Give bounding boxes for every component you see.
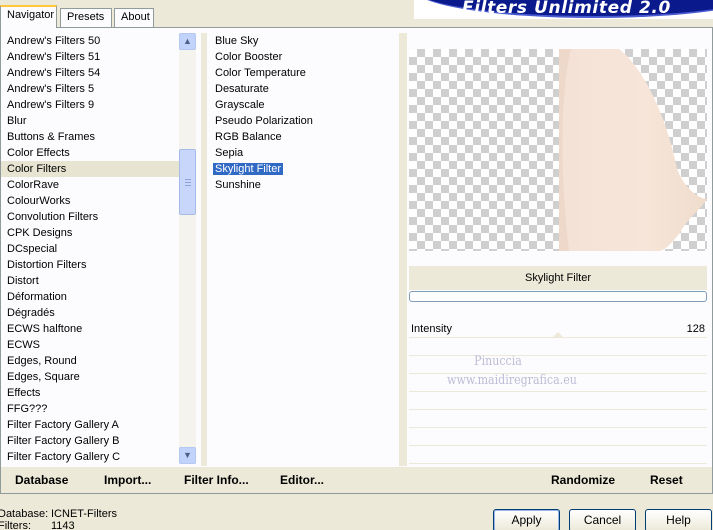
filter-info-button[interactable]: Filter Info... [184, 473, 249, 487]
category-item[interactable]: Andrew's Filters 51 [1, 49, 181, 65]
intensity-slider[interactable]: Intensity 128 [409, 322, 707, 338]
bottom-toolbar: Database Import... Filter Info... Editor… [1, 467, 712, 493]
category-item[interactable]: ColourWorks [1, 193, 181, 209]
category-item[interactable]: Andrew's Filters 5 [1, 81, 181, 97]
editor-button[interactable]: Editor... [280, 473, 324, 487]
filter-item[interactable]: Grayscale [209, 97, 397, 113]
category-item[interactable]: Buttons & Frames [1, 129, 181, 145]
category-item[interactable]: Color Filters [1, 161, 181, 177]
chevron-up-icon[interactable]: ▲ [179, 33, 196, 50]
empty-slider-slot [409, 412, 707, 428]
filter-item[interactable]: Skylight Filter [209, 161, 397, 177]
filter-item-label: Blue Sky [215, 35, 259, 47]
filter-item[interactable]: Color Temperature [209, 65, 397, 81]
filter-item[interactable]: Sepia [209, 145, 397, 161]
chevron-down-icon[interactable]: ▼ [179, 447, 196, 464]
category-item[interactable]: ColorRave [1, 177, 181, 193]
filter-item[interactable]: Color Booster [209, 49, 397, 65]
tab-navigator[interactable]: Navigator [0, 5, 57, 28]
category-item[interactable]: Edges, Square [1, 369, 181, 385]
category-item[interactable]: CPK Designs [1, 225, 181, 241]
splitter[interactable] [201, 33, 207, 466]
category-scrollbar[interactable]: ▲ ▼ [179, 33, 196, 464]
database-label: Database: [0, 508, 49, 520]
category-item[interactable]: Filter Factory Gallery B [1, 433, 181, 449]
reset-button[interactable]: Reset [650, 473, 683, 487]
database-value: ICNET-Filters [51, 508, 117, 520]
tab-strip: Navigator Presets About [0, 0, 420, 28]
filter-list[interactable]: Blue Sky Color Booster Color Temperature De… [209, 33, 397, 466]
filter-name-label: Skylight Filter [409, 266, 707, 290]
category-item[interactable]: Andrew's Filters 9 [1, 97, 181, 113]
filter-item-label: Skylight Filter [213, 163, 284, 175]
category-item[interactable]: Andrew's Filters 50 [1, 33, 181, 49]
empty-slider-slot [409, 358, 707, 374]
filters-count-label: Filters: [0, 520, 31, 530]
empty-slider-slot [409, 430, 707, 446]
category-item[interactable]: Edges, Round [1, 353, 181, 369]
category-item[interactable]: DCspecial [1, 241, 181, 257]
filter-item[interactable]: Desaturate [209, 81, 397, 97]
filter-item[interactable]: RGB Balance [209, 129, 397, 145]
category-item[interactable]: Déformation [1, 289, 181, 305]
navigator-panel: Andrew's Filters 50 Andrew's Filters 51 An… [0, 27, 713, 494]
category-item[interactable]: Distort [1, 273, 181, 289]
category-item[interactable]: Filter Factory Gallery A [1, 417, 181, 433]
category-item[interactable]: Dégradés [1, 305, 181, 321]
apply-button[interactable]: Apply [493, 509, 560, 530]
filter-item-label: Sunshine [215, 179, 261, 191]
category-item[interactable]: ECWS [1, 337, 181, 353]
scrollbar-thumb[interactable] [179, 149, 196, 216]
filter-item-label: Color Temperature [215, 67, 306, 79]
category-item[interactable]: Effects [1, 385, 181, 401]
filter-item-label: Pseudo Polarization [215, 115, 313, 127]
app-banner: Filters Unlimited 2.0 [414, 0, 713, 19]
filter-item-label: Color Booster [215, 51, 283, 63]
slider-area: Intensity 128 [409, 322, 707, 468]
empty-slider-slot [409, 448, 707, 464]
filter-item[interactable]: Blue Sky [209, 33, 397, 49]
slider-label: Intensity [411, 323, 452, 335]
filter-item-label: Grayscale [215, 99, 265, 111]
filters-count-value: 1143 [51, 520, 75, 530]
filter-item[interactable]: Pseudo Polarization [209, 113, 397, 129]
filter-item-label: RGB Balance [215, 131, 282, 143]
progress-bar [409, 291, 707, 302]
banner-title: Filters Unlimited 2.0 [462, 0, 671, 18]
category-item[interactable]: Blur [1, 113, 181, 129]
slider-handle[interactable] [552, 332, 564, 338]
empty-slider-slot [409, 394, 707, 410]
help-button[interactable]: Help [645, 509, 712, 530]
preview-image [409, 49, 707, 251]
randomize-button[interactable]: Randomize [551, 473, 615, 487]
category-item[interactable]: Filter Factory Gallery C [1, 449, 181, 465]
category-item[interactable]: Distortion Filters [1, 257, 181, 273]
empty-slider-slot [409, 376, 707, 392]
splitter[interactable] [399, 33, 407, 466]
filter-item-label: Desaturate [215, 83, 269, 95]
tab-about[interactable]: About [114, 8, 154, 27]
category-item[interactable]: FFG??? [1, 401, 181, 417]
cancel-button[interactable]: Cancel [569, 509, 636, 530]
slider-value: 128 [686, 323, 705, 335]
tab-presets[interactable]: Presets [60, 8, 112, 27]
filter-item[interactable]: Sunshine [209, 177, 397, 193]
category-item[interactable]: Andrew's Filters 54 [1, 65, 181, 81]
preview-shape [559, 49, 707, 251]
database-button[interactable]: Database [15, 473, 68, 487]
category-item[interactable]: Color Effects [1, 145, 181, 161]
category-list[interactable]: Andrew's Filters 50 Andrew's Filters 51 An… [1, 33, 181, 466]
empty-slider-slot [409, 340, 707, 356]
filter-item-label: Sepia [215, 147, 244, 159]
grip-icon [185, 179, 191, 187]
category-item[interactable]: Convolution Filters [1, 209, 181, 225]
import-button[interactable]: Import... [104, 473, 151, 487]
category-item[interactable]: ECWS halftone [1, 321, 181, 337]
